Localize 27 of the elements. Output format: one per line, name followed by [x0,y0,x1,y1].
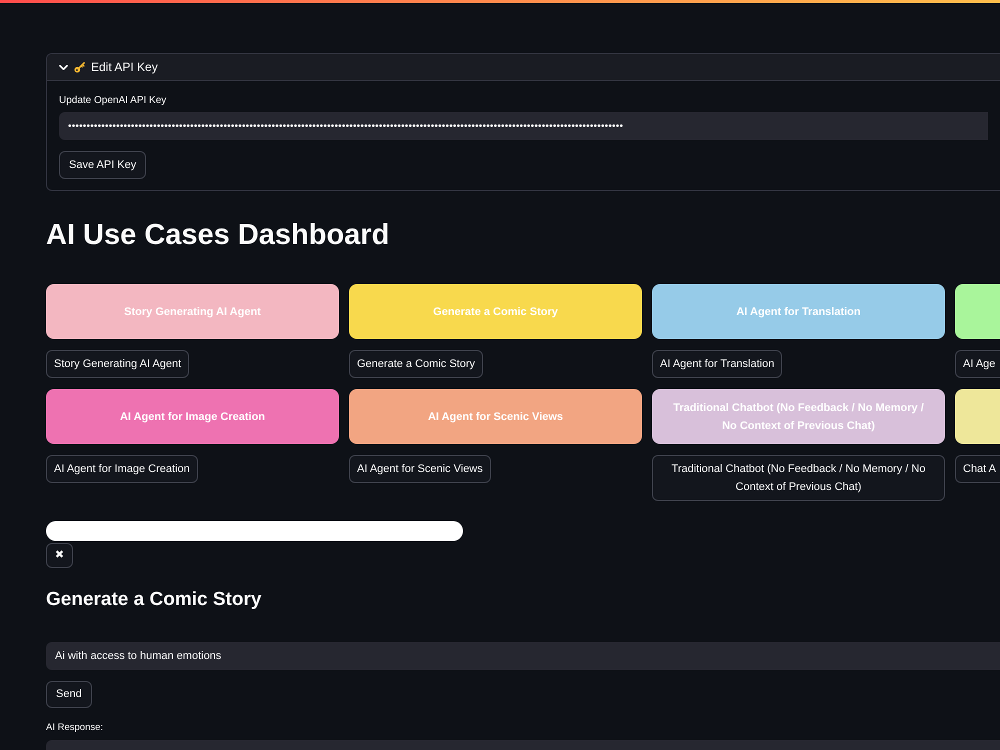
use-case-card: AI Agent for Scenic Views [349,389,642,444]
use-case-button[interactable]: Traditional Chatbot (No Feedback / No Memory / No Context of Previous Chat) [652,455,945,501]
section-heading: Generate a Comic Story [46,588,262,612]
use-case-button[interactable]: AI Agent for Translation [652,350,782,378]
chevron-icon [59,64,68,70]
field-label: Update OpenAI API Key [59,95,166,107]
key-icon [74,62,85,72]
close-button[interactable]: ✖ [46,543,73,568]
use-case-button[interactable]: AI Agent for Image Creation [46,455,198,483]
use-case-card: Generate a Comic Story [349,284,642,339]
use-case-button[interactable]: AI Age [955,350,1000,378]
password-field[interactable]: •••••••••••••••••••••••••••••••••••••••••••••••••••••••••••••••••••••••••••••••••••••••••••••••••••••••••••••••••••••••••••••••••••••••••••••••••••••• [59,112,988,140]
use-case-card: Story Generating AI Agent [46,284,339,339]
use-case-card: AI Agent for Image Creation [46,389,339,444]
use-case-button[interactable]: Chat A [955,455,1000,483]
response-field[interactable] [46,740,1000,750]
save-button[interactable]: Save API Key [59,151,146,179]
page-title: AI Use Cases Dashboard [46,218,390,253]
expander-header[interactable]: Edit API Key [47,54,1000,81]
use-case-card: Traditional Chatbot (No Feedback / No Memory / No Context of Previous Chat) [652,389,945,444]
use-case-button[interactable]: Generate a Comic Story [349,350,483,378]
use-case-card: AI Agent for Translation [652,284,945,339]
prompt-field[interactable]: Ai with access to human emotions [46,642,1000,670]
response-label: AI Response: [46,722,104,734]
use-case-button[interactable]: AI Agent for Scenic Views [349,455,491,483]
send-button[interactable]: Send [46,681,92,708]
use-case-button[interactable]: Story Generating AI Agent [46,350,190,378]
